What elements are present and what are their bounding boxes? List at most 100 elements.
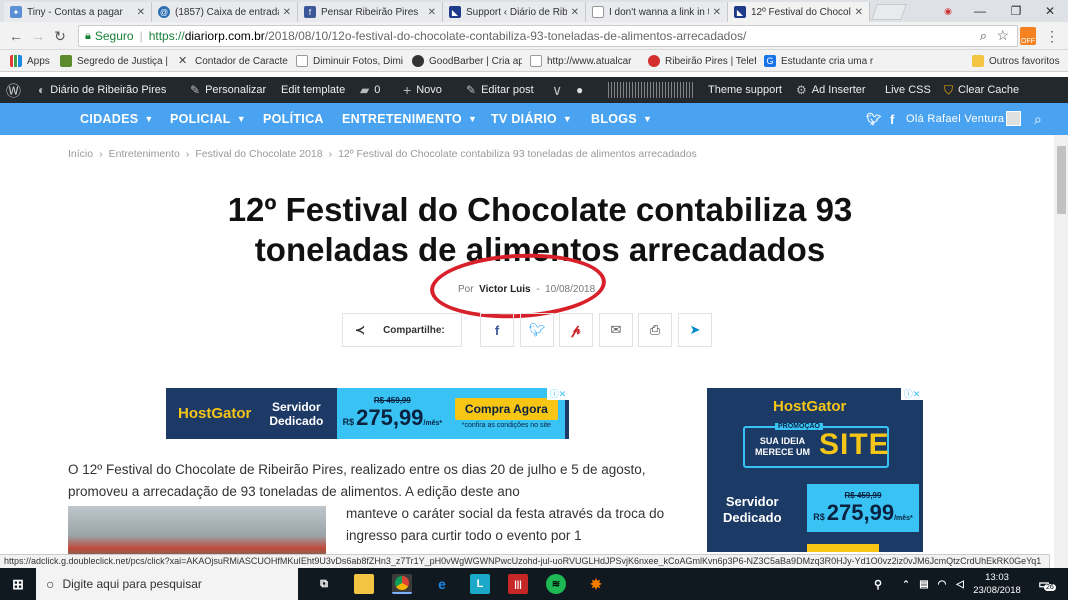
author-link[interactable]: Victor Luis (479, 284, 531, 295)
pinterest-share-button[interactable]: 𝓅 (559, 313, 593, 347)
zoom-icon[interactable]: ⌕ (980, 28, 987, 44)
theme-support-link[interactable]: Theme support (708, 77, 782, 103)
edge-icon[interactable]: e (432, 574, 452, 594)
ad-brand: HostGator (773, 398, 847, 415)
stats-sparkline[interactable] (608, 82, 694, 98)
facebook-icon[interactable]: f (890, 103, 895, 135)
reload-icon[interactable]: ↻ (50, 26, 70, 46)
email-share-button[interactable]: ✉ (599, 313, 633, 347)
adchoices-icon[interactable]: ⓘ✕ (547, 388, 569, 400)
new-tab-button[interactable] (871, 4, 907, 20)
wordpress-icon[interactable]: Ⓦ (6, 77, 26, 103)
bookmark-other[interactable]: Outros favoritos (972, 53, 1060, 69)
chrome-icon[interactable] (392, 574, 412, 594)
profile-icon[interactable]: ◉ (930, 0, 966, 22)
breadcrumb-item[interactable]: Início (68, 148, 93, 160)
search-icon[interactable]: ⌕ (1034, 103, 1042, 135)
forward-arrow-icon[interactable]: → (28, 26, 48, 46)
bookmark-item[interactable]: G Estudante cria uma r (764, 53, 876, 69)
back-arrow-icon[interactable]: ← (6, 26, 26, 46)
close-icon[interactable]: ✕ (137, 7, 145, 18)
goodbarber-icon (412, 55, 424, 67)
status-dot-icon[interactable]: ● (576, 77, 588, 103)
twitter-icon[interactable]: 🐦︎ (866, 103, 882, 135)
nav-politica[interactable]: POLÍTICA (263, 103, 324, 135)
close-icon[interactable]: ✕ (428, 7, 436, 18)
breadcrumb-item[interactable]: Entretenimento (109, 148, 180, 160)
breadcrumb-item[interactable]: Festival do Chocolate 2018 (195, 148, 322, 160)
app-l-icon[interactable]: L (470, 574, 490, 594)
plugin-icon[interactable]: ∨ (552, 77, 567, 103)
people-icon[interactable]: ⚲ (868, 574, 888, 594)
tab-3[interactable]: f Pensar Ribeirão Pires ✕ (298, 2, 443, 22)
tab-2[interactable]: @ (1857) Caixa de entrada ✕ (152, 2, 298, 22)
comments-link[interactable]: ▰ 0 (360, 77, 380, 103)
print-button[interactable]: ⎙ (638, 313, 672, 347)
volume-icon[interactable]: ◁ (950, 574, 970, 594)
ad-banner[interactable]: HostGator Servidor Dedicado R$ 459,99 R$… (166, 388, 569, 439)
spotify-icon[interactable]: ≋ (546, 574, 566, 594)
ad-cta-partial[interactable] (807, 544, 879, 552)
bookmark-apps[interactable]: Apps (10, 53, 50, 69)
bookmark-item[interactable]: Diminuir Fotos, Dimi (296, 53, 404, 69)
tab-5[interactable]: I don't wanna a link in t ✕ (586, 2, 728, 22)
twitter-share-button[interactable]: 🐦︎ (520, 313, 554, 347)
network-icon[interactable]: ▤ (914, 574, 934, 594)
avast-icon[interactable]: ✸ (586, 574, 606, 594)
file-explorer-icon[interactable] (354, 574, 374, 594)
windows-start-icon[interactable]: ⊞ (8, 574, 28, 594)
article-photo[interactable] (68, 506, 326, 556)
chevron-up-icon[interactable]: ⌃ (896, 574, 916, 594)
user-greeting[interactable]: Olá Rafael Ventura (906, 103, 1004, 135)
avatar[interactable] (1006, 111, 1021, 126)
live-css-link[interactable]: Live CSS (885, 77, 931, 103)
bookmarks-bar: Apps Segredo de Justiça | ✕ Contador de … (0, 50, 1068, 72)
telegram-share-button[interactable]: ➤ (678, 313, 712, 347)
bookmark-item[interactable]: Ribeirão Pires | Telef (648, 53, 756, 69)
bookmark-item[interactable]: Segredo de Justiça | (60, 53, 172, 69)
tab-4[interactable]: ◣ Support ‹ Diário de Rib ✕ (443, 2, 586, 22)
close-icon[interactable]: ✕ (713, 7, 721, 18)
star-icon[interactable]: ☆ (996, 27, 1009, 44)
breadcrumb-separator: › (328, 148, 333, 160)
menu-icon[interactable]: ⋮ (1042, 26, 1062, 46)
close-icon[interactable]: ✕ (855, 7, 863, 18)
customize-link[interactable]: ✎ Personalizar (190, 77, 266, 103)
new-link[interactable]: + Novo (403, 77, 442, 103)
tab-1[interactable]: ✦ Tiny - Contas a pagar ✕ (4, 2, 152, 22)
bookmark-item[interactable]: ✕ Contador de Caracte (178, 53, 288, 69)
task-view-icon[interactable]: ⧉ (314, 574, 334, 594)
nav-cidades[interactable]: CIDADES ▼ (80, 103, 154, 135)
minimize-button[interactable]: — (962, 0, 998, 22)
ad-inserter-link[interactable]: ⚙ Ad Inserter (796, 77, 866, 103)
bookmark-item[interactable]: http://www.atualcar (530, 53, 638, 69)
ad-cta-button[interactable]: Compra Agora (454, 398, 558, 420)
adchoices-icon[interactable]: ⓘ✕ (901, 388, 923, 400)
close-window-button[interactable]: ✕ (1032, 0, 1068, 22)
ad-line2: Dedicado (269, 413, 324, 428)
scrollbar-thumb[interactable] (1057, 146, 1066, 214)
restore-button[interactable]: ❐ (998, 0, 1034, 22)
facebook-share-button[interactable]: f (480, 313, 514, 347)
nav-policial[interactable]: POLICIAL ▼ (170, 103, 246, 135)
close-icon[interactable]: ✕ (283, 7, 291, 18)
wifi-icon[interactable]: ◠ (932, 574, 952, 594)
address-bar[interactable]: 🔒︎ Seguro | https:// diariorp.com.br /20… (78, 25, 1018, 47)
bookmark-item[interactable]: GoodBarber | Cria ap (412, 53, 522, 69)
nav-blogs[interactable]: BLOGS ▼ (591, 103, 652, 135)
site-name-link[interactable]: ◐ Diário de Ribeirão Pires (38, 77, 166, 103)
close-icon[interactable]: ✕ (571, 7, 579, 18)
extension-off-icon[interactable]: OFF (1020, 27, 1036, 45)
app-red-icon[interactable]: ||| (508, 574, 528, 594)
brush-icon: ✎ (190, 83, 201, 97)
ad-inserter-label: Ad Inserter (811, 84, 866, 96)
ad-sidebar[interactable]: HostGator ⓘ✕ PROMOÇÃO SUA IDEIA MERECE U… (707, 388, 923, 552)
edit-post-link[interactable]: ✎ Editar post (466, 77, 534, 103)
nav-entretenimento[interactable]: ENTRETENIMENTO ▼ (342, 103, 477, 135)
taskbar-search[interactable]: ○ Digite aqui para pesquisar (36, 568, 298, 600)
clear-cache-link[interactable]: ⛉ Clear Cache (944, 77, 1019, 103)
edit-template-link[interactable]: Edit template (281, 77, 345, 103)
tab-6-active[interactable]: ◣ 12º Festival do Chocola ✕ (728, 2, 870, 22)
system-clock[interactable]: 13:03 23/08/2018 (970, 571, 1024, 597)
nav-tv-diario[interactable]: TV DIÁRIO ▼ (491, 103, 572, 135)
